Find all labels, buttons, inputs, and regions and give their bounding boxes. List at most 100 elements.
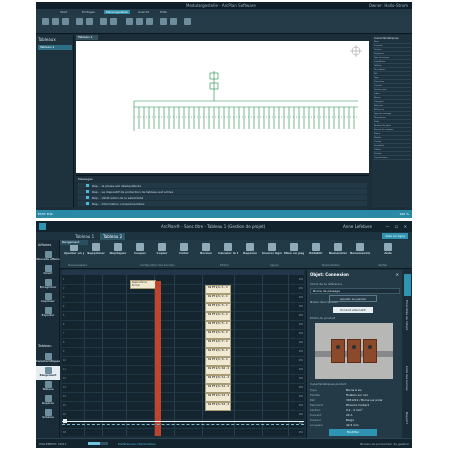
- sidebar-item-open[interactable]: Ouvrir: [36, 264, 60, 278]
- property-row[interactable]: Type de réseau: [373, 57, 411, 60]
- message-row[interactable]: Rép. - Information complémentaire: [78, 201, 367, 206]
- sidebar-item-tableau[interactable]: Tableau: [36, 380, 60, 394]
- message-row[interactable]: Rép. - la phase est déséquilibrée: [78, 183, 367, 188]
- close-icon[interactable]: ✕: [396, 272, 399, 277]
- terminal-block[interactable]: X1 PT 2,5 / 1 - 4: [205, 285, 231, 294]
- property-row[interactable]: Tension nom.: [373, 89, 411, 92]
- side-tab-active[interactable]: [404, 274, 411, 296]
- sidebar-item-marks[interactable]: Repères: [36, 394, 60, 408]
- tab-start[interactable]: Start: [58, 10, 69, 14]
- property-row[interactable]: Statut: [373, 133, 411, 136]
- property-row[interactable]: Courant: [373, 85, 411, 88]
- message-row[interactable]: Rép. - Le dispositif de protection de ta…: [78, 189, 367, 194]
- terminal-block[interactable]: X1 PT 2,5 / 2 - 4: [205, 294, 231, 303]
- terminal-block[interactable]: X1 PT 2,5 / 6 - 4: [205, 330, 231, 339]
- ribbon-button-icon[interactable]: [76, 18, 83, 25]
- ribbon-button-icon[interactable]: [86, 18, 93, 25]
- sidebar-item-characteristics[interactable]: Caractéristiques: [36, 352, 60, 366]
- ribbon-button-page-layout[interactable]: Mise en page: [284, 243, 304, 267]
- user-name[interactable]: Anne Lefebvre: [343, 224, 372, 229]
- ribbon-button-icon[interactable]: [184, 18, 191, 25]
- property-row[interactable]: Dimensions: [373, 117, 411, 120]
- property-row[interactable]: Poids: [373, 121, 411, 124]
- terminal-block[interactable]: X1 PT 2,5 / 5 - 4: [205, 321, 231, 330]
- property-row[interactable]: Intensité: [373, 45, 411, 48]
- sidebar-item-print[interactable]: Imprimer: [36, 292, 60, 306]
- property-row[interactable]: Nom: [373, 41, 411, 44]
- terminal-block[interactable]: X1 PT 2,5 / 9 - 4: [205, 357, 231, 366]
- window-controls[interactable]: — ☐ ✕: [386, 224, 409, 229]
- tab-view[interactable]: Ansicht: [136, 10, 151, 14]
- property-row[interactable]: Position: [373, 153, 411, 156]
- zoom-level[interactable]: 100 %: [399, 212, 409, 216]
- property-row[interactable]: Fabricant: [373, 105, 411, 108]
- message-row[interactable]: Rép. - Vérification de la sélectivité: [78, 195, 367, 200]
- document-tab[interactable]: Tableau 1: [76, 35, 98, 40]
- tab-tableau-1[interactable]: Tableau 1: [72, 233, 97, 240]
- terminal-block[interactable]: X1 PT 2,5 / 10 - 4: [205, 366, 231, 375]
- ribbon-button-delete[interactable]: Supprimer: [86, 243, 106, 267]
- property-row[interactable]: Indice: [373, 93, 411, 96]
- sidebar-item-export[interactable]: Exporter: [36, 306, 60, 320]
- property-row[interactable]: Type: [373, 77, 411, 80]
- tab-insert[interactable]: Einfügen: [80, 10, 97, 14]
- terminal-block[interactable]: X1 PT 2,5 / 13 - 4: [205, 393, 231, 402]
- sidebar-item-save[interactable]: Enregistrer: [36, 278, 60, 292]
- ribbon-button-icon[interactable]: [126, 18, 133, 25]
- terminal-block[interactable]: X1 PT 2,5 / 7 - 4: [205, 339, 231, 348]
- sidebar-item-schema[interactable]: Schéma: [36, 408, 60, 422]
- ribbon-button-icon[interactable]: [170, 18, 177, 25]
- sidebar-item-new-project[interactable]: Nouvelle affaire: [36, 250, 60, 264]
- ribbon-button-marks[interactable]: Repères: [240, 243, 260, 267]
- terminal-block[interactable]: X1 PT 2,5 / 8 - 4: [205, 348, 231, 357]
- terminal-block[interactable]: X1 PT 2,5 / 14 - 4: [205, 402, 231, 411]
- property-row[interactable]: Norme: [373, 97, 411, 100]
- ribbon-button-icon[interactable]: [62, 18, 69, 25]
- property-row[interactable]: Tension: [373, 49, 411, 52]
- ribbon-context-tab[interactable]: Rangement: [60, 240, 88, 245]
- side-tab-terminals[interactable]: Liste des bornes: [405, 366, 409, 391]
- terminal-block[interactable]: X1 PT 2,5 / 3 - 4: [205, 303, 231, 312]
- ribbon-button-icon[interactable]: [136, 18, 143, 25]
- property-row[interactable]: Protection: [373, 81, 411, 84]
- reference-dropdown[interactable]: Borne de passage: [310, 288, 400, 294]
- schematic-canvas[interactable]: [76, 41, 369, 173]
- ribbon-button-icon[interactable]: [52, 18, 59, 25]
- ribbon-button-icon[interactable]: [100, 18, 107, 25]
- property-row[interactable]: Fréquence: [373, 53, 411, 56]
- ribbon-button-icon[interactable]: [160, 18, 167, 25]
- property-row[interactable]: Type de montage: [373, 113, 411, 116]
- ribbon-button-terminals[interactable]: Bornes: [196, 243, 216, 267]
- din-rail[interactable]: [155, 281, 161, 436]
- property-row[interactable]: Installation: [373, 61, 411, 64]
- ribbon-button-renumber[interactable]: Renuméroter: [350, 243, 370, 267]
- online-help-button[interactable]: Aide en ligne: [382, 233, 408, 239]
- row-marker-icon[interactable]: [63, 419, 67, 423]
- tab-tableau-2[interactable]: Tableau 2: [100, 233, 126, 240]
- terminal-label-tag[interactable]: Repère Borne Bornier: [130, 280, 156, 289]
- terminal-block[interactable]: X1 PT 2,5 / 4 - 4: [205, 312, 231, 321]
- property-row[interactable]: Tableau: [373, 65, 411, 68]
- property-row[interactable]: Pouvoir de coupure: [373, 129, 411, 132]
- ribbon-button-icon[interactable]: [146, 18, 153, 25]
- terminal-block[interactable]: X1 PT 2,5 / 12 - 4: [205, 384, 231, 393]
- tree-item[interactable]: Tableau 1: [38, 45, 72, 50]
- property-row[interactable]: Courbe: [373, 141, 411, 144]
- ribbon-button-duplicate[interactable]: Dupliquer: [108, 243, 128, 267]
- sidebar-item-rangement[interactable]: Rangement: [36, 366, 60, 380]
- side-tab-properties[interactable]: Propriétés de l'objet: [405, 300, 409, 330]
- property-row[interactable]: Modèle: [373, 137, 411, 140]
- modify-button[interactable]: Modifier: [329, 429, 377, 436]
- alternative-product-button[interactable]: Produit alternatif: [333, 307, 373, 313]
- ribbon-button-icon[interactable]: [42, 18, 49, 25]
- property-row[interactable]: Commentaire: [373, 157, 411, 160]
- ribbon-button-paste[interactable]: Coller: [174, 243, 194, 267]
- property-row[interactable]: Référence: [373, 109, 411, 112]
- layout-grid[interactable]: 1 2 3 4 5 6 7 8 9 10 11 12 13 14 15 16 1…: [62, 270, 304, 436]
- preferences-link[interactable]: Préférences / Paramètres: [118, 442, 156, 446]
- property-row[interactable]: Réf.: [373, 73, 411, 76]
- property-row[interactable]: Sensibilité: [373, 145, 411, 148]
- tab-help[interactable]: Hilfe: [158, 10, 169, 14]
- add-to-cart-button[interactable]: Ajouter au panier: [329, 295, 377, 302]
- side-tab-report[interactable]: Rapport: [405, 412, 409, 424]
